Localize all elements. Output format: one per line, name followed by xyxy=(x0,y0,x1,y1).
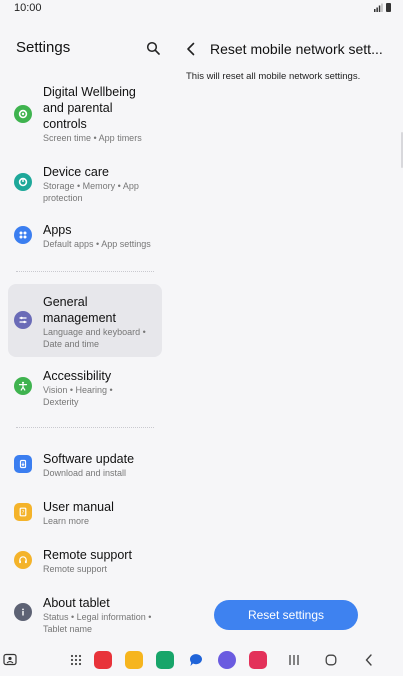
digital-wellbeing-icon xyxy=(14,105,32,123)
app-camera[interactable] xyxy=(248,650,268,670)
user-manual-icon: ? xyxy=(14,503,32,521)
item-subtitle: Default apps • App settings xyxy=(43,239,151,249)
back-icon xyxy=(365,654,372,666)
settings-item-digital-wellbeing[interactable]: Digital Wellbeing and parental controls … xyxy=(8,80,162,146)
app-phone[interactable] xyxy=(155,650,175,670)
flipboard-icon xyxy=(94,651,112,669)
settings-item-general-management[interactable]: General management Language and keyboard… xyxy=(8,284,162,357)
item-subtitle: Storage • Memory • App xyxy=(43,181,139,191)
item-subtitle: protection xyxy=(43,193,83,203)
settings-header: Settings xyxy=(16,39,166,59)
software-update-icon xyxy=(14,455,32,473)
item-title: Software update xyxy=(43,452,135,466)
item-subtitle: Language and keyboard • xyxy=(43,327,146,337)
settings-item-remote-support[interactable]: Remote support Remote support xyxy=(8,543,162,579)
item-title: Device care xyxy=(43,165,109,179)
item-subtitle: Date and time xyxy=(43,339,100,349)
settings-item-user-manual[interactable]: ? User manual Learn more xyxy=(8,495,162,531)
detail-header: Reset mobile network sett... xyxy=(182,39,392,59)
item-title: About tablet xyxy=(43,596,110,610)
item-subtitle: Status • Legal information • xyxy=(43,612,152,622)
grid-icon xyxy=(70,654,82,666)
signal-icon xyxy=(374,3,383,12)
camera-icon xyxy=(249,651,267,669)
device-care-icon xyxy=(14,173,32,191)
item-subtitle: Remote support xyxy=(43,564,108,574)
recents-icon xyxy=(289,655,299,665)
accessibility-icon xyxy=(14,377,32,395)
settings-item-about-tablet[interactable]: About tablet Status • Legal information … xyxy=(8,591,162,639)
item-subtitle: Dexterity xyxy=(43,397,79,407)
item-subtitle: Screen time • App timers xyxy=(43,133,142,143)
item-title: management xyxy=(43,311,116,325)
home-button[interactable] xyxy=(321,650,341,670)
settings-item-software-update[interactable]: Software update Download and install xyxy=(8,447,162,483)
general-management-icon xyxy=(14,311,32,329)
app-internet[interactable] xyxy=(217,650,237,670)
status-bar: 10:00 xyxy=(0,0,403,18)
item-title: User manual xyxy=(43,500,114,514)
screen-person-icon xyxy=(3,653,17,666)
svg-text:?: ? xyxy=(22,510,25,516)
section-divider xyxy=(16,271,154,272)
settings-item-accessibility[interactable]: Accessibility Vision • Hearing • Dexteri… xyxy=(8,364,162,412)
item-title: controls xyxy=(43,117,87,131)
home-icon xyxy=(325,654,337,666)
headset-icon xyxy=(14,551,32,569)
item-title: General xyxy=(43,295,88,309)
item-title: Digital Wellbeing xyxy=(43,85,136,99)
status-icons xyxy=(374,3,391,12)
item-subtitle: Learn more xyxy=(43,516,90,526)
apps-icon xyxy=(14,226,32,244)
item-title: Remote support xyxy=(43,548,132,562)
search-button[interactable] xyxy=(144,39,162,57)
recent-apps-button[interactable] xyxy=(284,650,304,670)
info-icon xyxy=(14,603,32,621)
page-title: Settings xyxy=(16,39,71,56)
item-title: Accessibility xyxy=(43,369,112,383)
settings-item-apps[interactable]: Apps Default apps • App settings xyxy=(8,218,162,254)
item-subtitle: Vision • Hearing • xyxy=(43,385,113,395)
app-drawer-button[interactable] xyxy=(66,650,86,670)
reset-description: This will reset all mobile network setti… xyxy=(186,71,361,82)
phone-icon xyxy=(156,651,174,669)
folder-icon xyxy=(125,651,143,669)
reset-settings-button[interactable]: Reset settings xyxy=(214,600,358,630)
back-button[interactable] xyxy=(182,40,200,58)
settings-list-pane: Settings Digital Wellbeing and parental … xyxy=(0,24,172,644)
battery-icon xyxy=(386,3,391,12)
search-icon xyxy=(146,41,160,55)
item-subtitle: Tablet name xyxy=(43,624,93,634)
chat-bubble-icon xyxy=(189,654,202,666)
settings-item-device-care[interactable]: Device care Storage • Memory • App prote… xyxy=(8,160,162,206)
app-flipboard[interactable] xyxy=(93,650,113,670)
taskbar xyxy=(0,644,403,676)
app-my-files[interactable] xyxy=(124,650,144,670)
reset-network-pane: Reset mobile network sett... This will r… xyxy=(172,24,403,644)
item-subtitle: Download and install xyxy=(43,468,127,478)
section-divider xyxy=(16,427,154,428)
item-title: Apps xyxy=(43,223,72,237)
quick-panel-button[interactable] xyxy=(0,650,20,670)
item-title: and parental xyxy=(43,101,113,115)
browser-icon xyxy=(218,651,236,669)
detail-title: Reset mobile network sett... xyxy=(210,41,383,57)
status-time: 10:00 xyxy=(14,2,42,14)
chevron-left-icon xyxy=(187,42,195,56)
nav-back-button[interactable] xyxy=(359,650,379,670)
app-messages[interactable] xyxy=(186,650,206,670)
